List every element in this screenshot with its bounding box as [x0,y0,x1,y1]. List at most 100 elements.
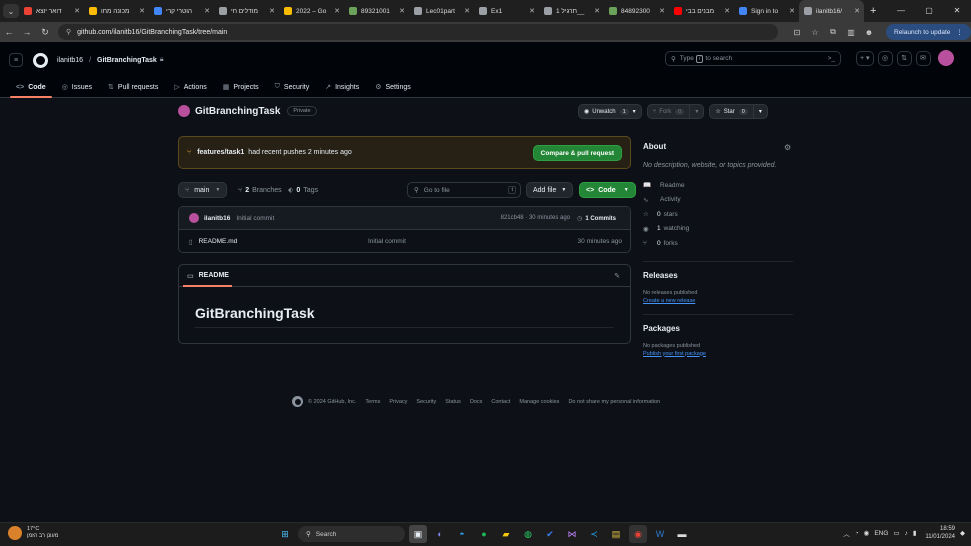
publish-package-link[interactable]: Publish your first package [643,351,793,357]
about-item-Activity[interactable]: ∿ Activity [643,193,793,208]
back-icon[interactable]: ← [0,27,18,37]
footer-link[interactable]: Manage cookies [519,399,559,405]
github-logo-icon[interactable] [33,52,48,68]
tray-chrome-icon[interactable]: ◉ [864,529,870,537]
vs-icon[interactable]: ⋈ [563,525,581,543]
close-window-icon[interactable]: ✕ [943,0,971,22]
close-tab-icon[interactable]: ✕ [657,7,667,15]
star-button[interactable]: ☆ Star 0 ▾ [709,104,768,119]
pull-requests-icon[interactable]: ⇅ [896,50,912,66]
commit-message[interactable]: Initial commit [236,215,274,222]
maximize-icon[interactable]: ▢ [915,0,943,22]
more-menu-icon[interactable]: ⋮ [956,28,963,36]
edge-icon[interactable]: ◓ [453,525,471,543]
commit-author-avatar[interactable] [189,213,199,223]
close-tab-icon[interactable]: ✕ [527,7,537,15]
tab-security[interactable]: ⛉ Security [269,76,316,98]
banner-branch-name[interactable]: features/task1 [197,149,244,156]
chrome-icon[interactable]: ◉ [629,525,647,543]
close-tab-icon[interactable]: ✕ [332,7,342,15]
forward-icon[interactable]: → [18,27,36,37]
footer-link[interactable]: Do not share my personal information [568,399,660,405]
close-tab-icon[interactable]: ✕ [592,7,602,15]
code-button[interactable]: <> Code ▼ [579,182,636,198]
battery-icon[interactable]: ▮ [913,529,917,537]
fork-button[interactable]: ⑂ Fork 0 ▾ [646,104,705,119]
profile-icon[interactable]: ☻ [860,28,878,37]
browser-tab[interactable]: 84892300 ✕ [604,0,669,22]
footer-link[interactable]: Security [416,399,436,405]
about-item-forks[interactable]: ⑂ 0 forks [643,236,793,251]
commit-sha-time[interactable]: 821cb48 · 30 minutes ago [501,215,570,221]
user-avatar[interactable] [937,50,954,66]
browser-tab[interactable]: תרגיל 1__ ✕ [539,0,604,22]
close-tab-icon[interactable]: ✕ [397,7,407,15]
go-to-file-input[interactable]: ⚲ Go to file t [407,182,521,198]
site-info-icon[interactable]: ⚲ [66,28,71,36]
install-app-icon[interactable]: ⊡ [788,28,806,37]
browser-tab[interactable]: מכונה מחו ✕ [84,0,149,22]
relaunch-button[interactable]: Relaunch to update ⋮ [886,24,971,40]
chevron-up-icon[interactable]: ︿ [843,528,850,538]
releases-title[interactable]: Releases [643,271,793,280]
browser-tab[interactable]: מודלים חי ✕ [214,0,279,22]
close-tab-icon[interactable]: ✕ [72,7,82,15]
about-item-watching[interactable]: ◉ 1 watching [643,222,793,237]
create-release-link[interactable]: Create a new release [643,298,793,304]
gear-icon[interactable]: ⚙ [784,143,791,152]
issues-icon[interactable]: ◎ [877,50,893,66]
clock[interactable]: 18:59 11/01/2024 [925,525,955,541]
branch-selector[interactable]: ⑂ main ▼ [178,182,228,198]
browser-tab[interactable]: Lec01part ✕ [409,0,474,22]
unwatch-button[interactable]: ◉ Unwatch 1 ▾ [578,104,642,119]
menu-icon[interactable]: ≡ [9,53,23,67]
tab-issues[interactable]: ◎ Issues [56,76,98,98]
display-icon[interactable]: ▭ [893,529,899,537]
readme-tab[interactable]: ▭ README ✎ [179,265,630,287]
command-palette-icon[interactable]: >_ [828,55,835,62]
tab-insights[interactable]: ↗ Insights [319,76,365,98]
notification-icon[interactable]: ◆ [960,529,965,537]
side-panel-icon[interactable]: ▥ [842,28,860,37]
file-name[interactable]: README.md [199,238,238,245]
new-tab-button[interactable]: + [870,5,876,17]
extensions-icon[interactable]: ⧉ [824,27,842,37]
github-footer-logo-icon[interactable] [292,396,303,407]
browser-tab[interactable]: Sign in to ✕ [734,0,799,22]
footer-link[interactable]: Contact [491,399,510,405]
bookmark-star-icon[interactable]: ☆ [806,28,824,37]
tab-search-icon[interactable]: ⌄ [3,4,19,18]
repo-title[interactable]: GitBranchingTask [195,106,280,117]
close-tab-icon[interactable]: ✕ [202,7,212,15]
close-tab-icon[interactable]: ✕ [137,7,147,15]
address-bar[interactable]: ⚲ github.com/ilanitb16/GitBranchingTask/… [58,24,778,40]
tray-app-icon[interactable]: ◔ [855,530,859,537]
notes-icon[interactable]: ▤ [607,525,625,543]
close-tab-icon[interactable]: ✕ [722,7,732,15]
minimize-icon[interactable]: — [887,0,915,22]
repo-link[interactable]: GitBranchingTask [97,57,157,64]
terminal-icon[interactable]: ▬ [673,525,691,543]
close-tab-icon[interactable]: ✕ [267,7,277,15]
browser-tab[interactable]: הוטרי קרי ✕ [149,0,214,22]
tab-code[interactable]: <> Code [10,76,52,98]
word-icon[interactable]: W [651,525,669,543]
footer-link[interactable]: Terms [365,399,380,405]
close-tab-icon[interactable]: ✕ [462,7,472,15]
branches-link[interactable]: ⑂ 2 Branches [238,182,282,198]
packages-title[interactable]: Packages [643,324,793,333]
file-explorer-icon[interactable]: ▰ [497,525,515,543]
tab-actions[interactable]: ▷ Actions [168,76,212,98]
browser-tab[interactable]: מבנים בבי ✕ [669,0,734,22]
compare-pull-request-button[interactable]: Compare & pull request [532,145,622,161]
browser-tab[interactable]: 2022 – Go ✕ [279,0,344,22]
search-input[interactable]: ⚲ Type / to search >_ [665,51,841,66]
table-row[interactable]: ▯ README.md Initial commit 30 minutes ag… [179,230,630,252]
task-view-icon[interactable]: ▣ [409,525,427,543]
about-item-stars[interactable]: ☆ 0 stars [643,207,793,222]
tab-pull-requests[interactable]: ⇅ Pull requests [102,76,164,98]
tab-projects[interactable]: ▦ Projects [217,76,265,98]
vscode-icon[interactable]: ≺ [585,525,603,543]
taskbar-search[interactable]: ⚲ Search [298,526,405,542]
volume-icon[interactable]: ♪ [905,530,908,537]
